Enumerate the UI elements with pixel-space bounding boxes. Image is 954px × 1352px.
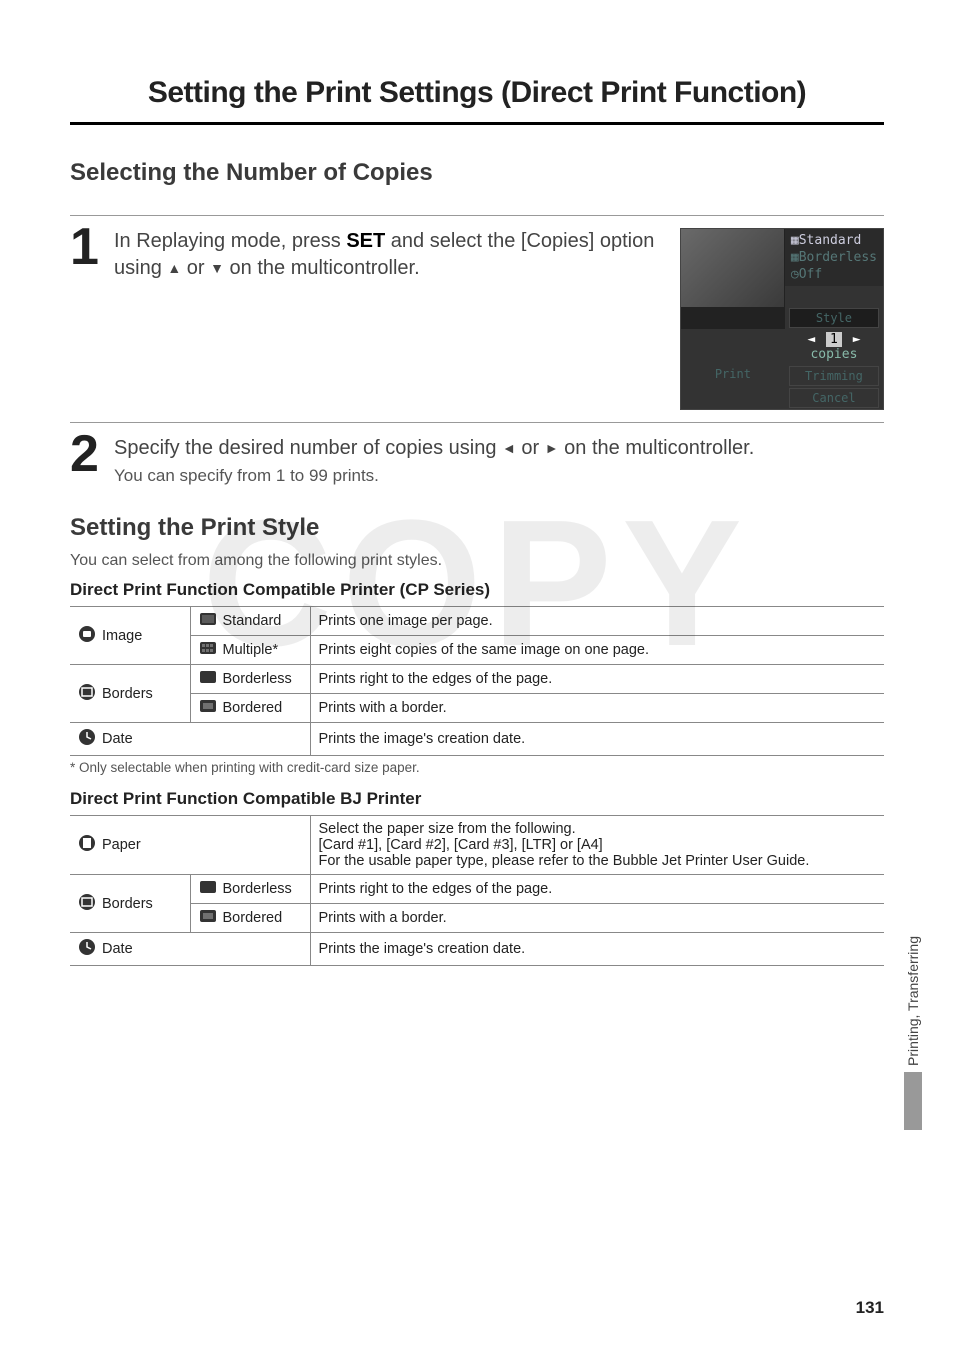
lcd-copies-value: 1 <box>826 332 842 347</box>
step-1: 1 In Replaying mode, press SET and selec… <box>70 224 884 410</box>
lcd-opt-standard: Standard <box>799 233 862 248</box>
border-icon: ▦ <box>791 250 799 265</box>
text-fragment: In Replaying mode, press <box>114 230 346 252</box>
lcd-thumbnail <box>681 229 785 307</box>
table-row: Bordered Prints with a border. <box>70 694 884 723</box>
divider <box>70 215 884 216</box>
section-title-1: Selecting the Number of Copies <box>70 159 884 187</box>
date-icon <box>78 728 96 750</box>
description: Prints the image's creation date. <box>310 933 884 966</box>
right-arrow-icon: ► <box>850 332 864 347</box>
cp-heading: Direct Print Function Compatible Printer… <box>70 580 884 600</box>
chapter-title: Setting the Print Settings (Direct Print… <box>70 70 884 125</box>
label: Paper <box>102 837 141 853</box>
lcd-copies-label: copies <box>810 347 857 362</box>
table-row: Date Prints the image's creation date. <box>70 723 884 756</box>
label: Borders <box>102 685 153 701</box>
text-fragment: or <box>181 257 210 279</box>
cp-table: Image Standard Prints one image per page… <box>70 606 884 756</box>
date-icon <box>78 938 96 960</box>
table-row: Bordered Prints with a border. <box>70 904 884 933</box>
description: Prints with a border. <box>310 904 884 933</box>
bj-heading: Direct Print Function Compatible BJ Prin… <box>70 789 884 809</box>
label: Date <box>102 941 133 957</box>
side-tab-bar <box>904 1072 922 1130</box>
lcd-opt-off: Off <box>799 267 822 282</box>
section-title-2: Setting the Print Style <box>70 514 884 542</box>
description: Prints one image per page. <box>310 607 884 636</box>
text-fragment: on the multicontroller. <box>224 257 420 279</box>
paper-desc-line: Select the paper size from the following… <box>319 821 877 837</box>
text-fragment: Specify the desired number of copies usi… <box>114 437 502 459</box>
label: Bordered <box>223 700 283 716</box>
borders-icon <box>78 893 96 915</box>
bordered-icon <box>199 909 217 927</box>
clock-icon: ◷ <box>791 267 799 282</box>
description: Prints right to the edges of the page. <box>310 875 884 904</box>
description: Prints eight copies of the same image on… <box>310 636 884 665</box>
step-number: 1 <box>70 224 104 271</box>
up-triangle-icon: ▲ <box>167 259 181 278</box>
step-text: In Replaying mode, press SET and select … <box>114 228 668 282</box>
label: Borders <box>102 895 153 911</box>
section-intro: You can select from among the following … <box>70 552 884 570</box>
text-fragment: on the multicontroller. <box>559 437 755 459</box>
description: Prints with a border. <box>310 694 884 723</box>
table-row: Borders Borderless Prints right to the e… <box>70 665 884 694</box>
lcd-print-button: Print <box>681 365 785 387</box>
right-triangle-icon: ► <box>545 439 559 458</box>
bj-table: Paper Select the paper size from the fol… <box>70 815 884 966</box>
side-tab: Printing, Transferring <box>900 930 926 1130</box>
standard-icon <box>199 612 217 630</box>
lcd-opt-borderless: Borderless <box>799 250 877 265</box>
lcd-style-button: Style <box>789 308 879 328</box>
table-row: Image Standard Prints one image per page… <box>70 607 884 636</box>
lcd-screenshot: ▦Standard ▦Borderless ◷Off Style ◄ 1 ► <box>680 228 884 410</box>
table-row: Multiple* Prints eight copies of the sam… <box>70 636 884 665</box>
size-icon: ▦ <box>791 233 799 248</box>
table-row: Date Prints the image's creation date. <box>70 933 884 966</box>
description: Prints the image's creation date. <box>310 723 884 756</box>
table-row: Paper Select the paper size from the fol… <box>70 816 884 875</box>
set-key: SET <box>346 230 385 252</box>
borders-icon <box>78 683 96 705</box>
label: Borderless <box>223 881 292 897</box>
page-number: 131 <box>856 1298 884 1318</box>
divider <box>70 422 884 423</box>
table-row: Borders Borderless Prints right to the e… <box>70 875 884 904</box>
label: Bordered <box>223 910 283 926</box>
label: Standard <box>223 613 282 629</box>
left-arrow-icon: ◄ <box>804 332 818 347</box>
multiple-icon <box>199 641 217 659</box>
description: Select the paper size from the following… <box>310 816 884 875</box>
borderless-icon <box>199 670 217 688</box>
lcd-cancel-button: Cancel <box>789 388 879 408</box>
side-tab-label: Printing, Transferring <box>905 930 921 1072</box>
cp-footnote: * Only selectable when printing with cre… <box>70 760 884 775</box>
left-triangle-icon: ◄ <box>502 439 516 458</box>
step-2: 2 Specify the desired number of copies u… <box>70 431 884 486</box>
label: Date <box>102 731 133 747</box>
label: Borderless <box>223 671 292 687</box>
paper-desc-line: For the usable paper type, please refer … <box>319 853 877 869</box>
bordered-icon <box>199 699 217 717</box>
label: Multiple* <box>223 642 279 658</box>
image-icon <box>78 625 96 647</box>
label: Image <box>102 627 142 643</box>
description: Prints right to the edges of the page. <box>310 665 884 694</box>
step-text: Specify the desired number of copies usi… <box>114 435 884 462</box>
step-number: 2 <box>70 431 104 478</box>
borderless-icon <box>199 880 217 898</box>
lcd-trimming-button: Trimming <box>789 366 879 386</box>
paper-icon <box>78 834 96 856</box>
down-triangle-icon: ▼ <box>210 259 224 278</box>
paper-desc-line: [Card #1], [Card #2], [Card #3], [LTR] o… <box>319 837 877 853</box>
step-subtext: You can specify from 1 to 99 prints. <box>114 466 884 486</box>
text-fragment: or <box>516 437 545 459</box>
